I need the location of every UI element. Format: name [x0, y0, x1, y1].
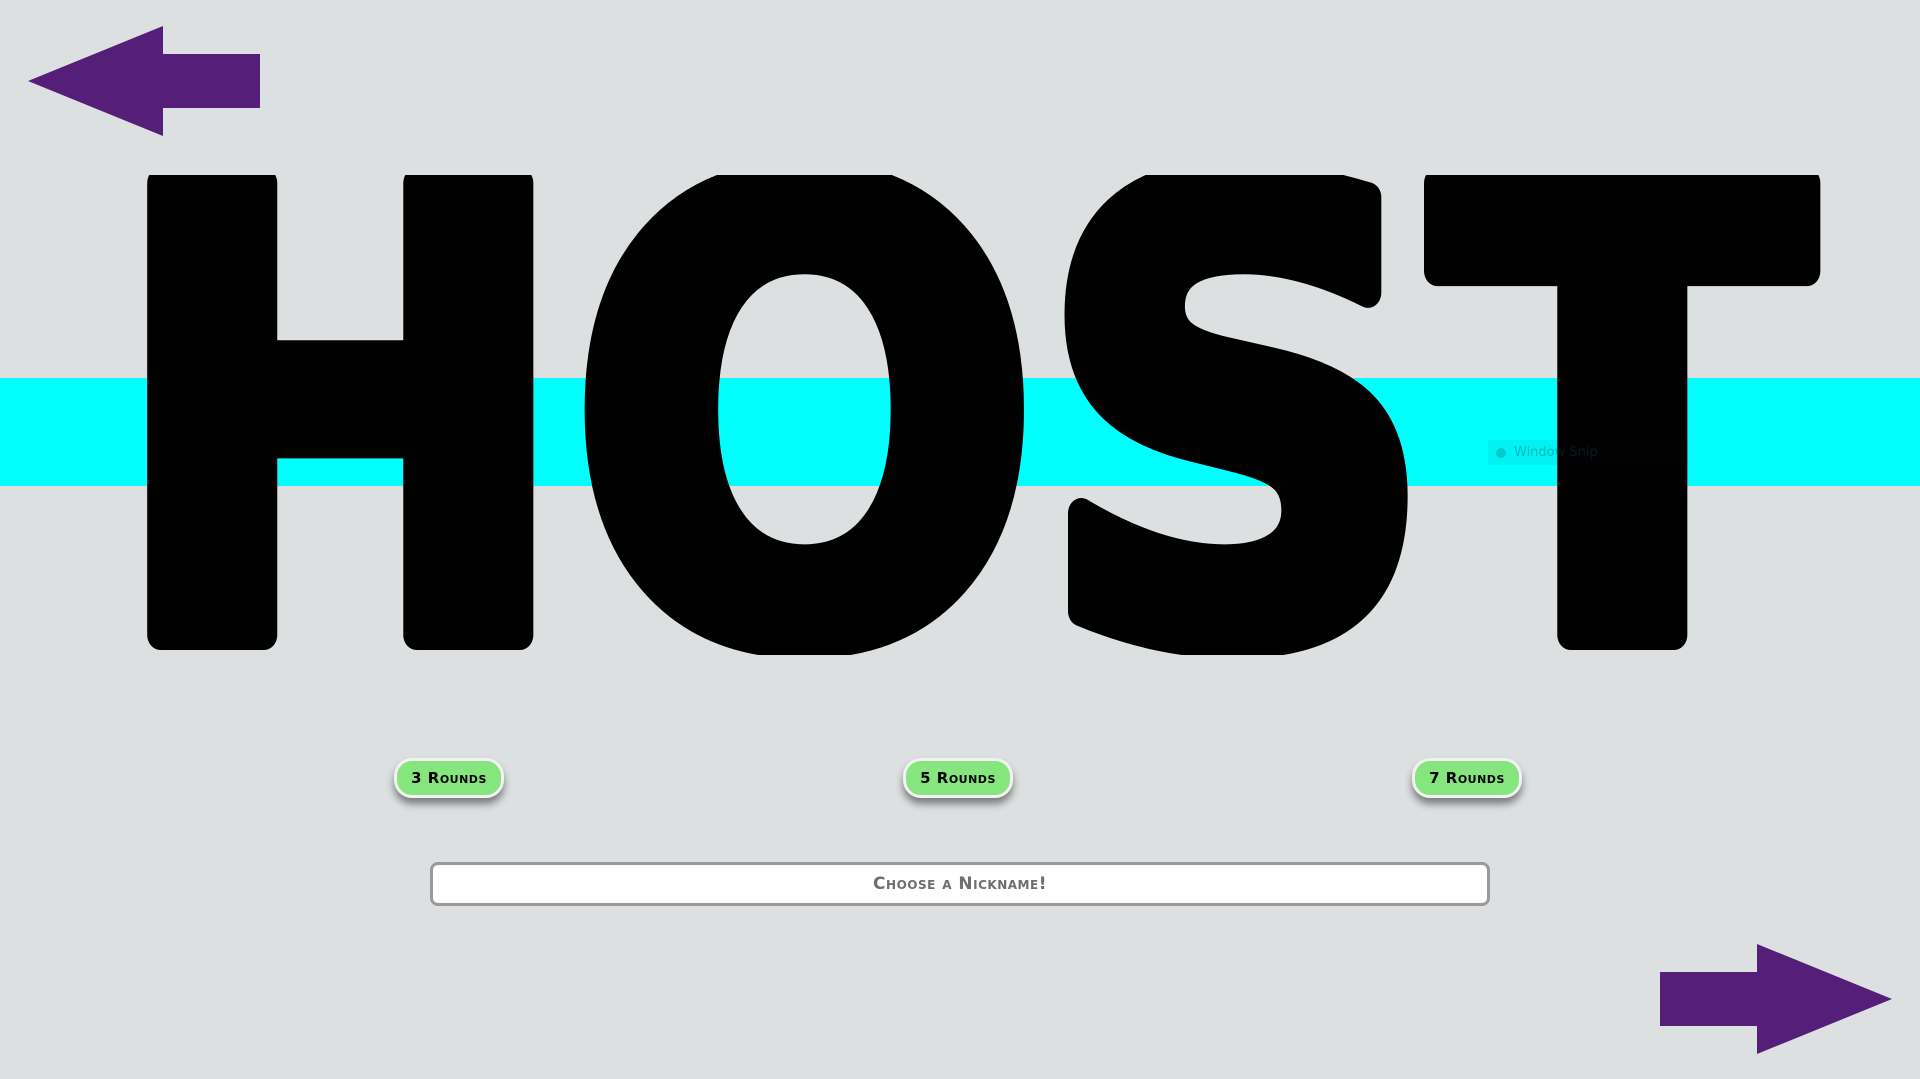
nickname-input[interactable] [430, 862, 1490, 906]
rounds-5-button[interactable]: 5 Rounds [903, 758, 1013, 798]
host-title-text: HOST [110, 175, 1813, 655]
window-snip-label: Window Snip [1514, 445, 1598, 460]
arrow-right-icon [1660, 944, 1892, 1054]
back-button[interactable] [28, 26, 260, 140]
rounds-3-button[interactable]: 3 Rounds [394, 758, 504, 798]
next-button[interactable] [1660, 944, 1892, 1058]
rounds-7-button[interactable]: 7 Rounds [1412, 758, 1522, 798]
page-title: HOST [0, 175, 1920, 655]
snip-icon [1496, 447, 1506, 458]
window-snip-overlay: Window Snip [1488, 440, 1688, 465]
host-screen: HOST 3 Rounds 5 Rounds 7 Rounds Window S… [0, 0, 1920, 1079]
arrow-left-icon [28, 26, 260, 136]
